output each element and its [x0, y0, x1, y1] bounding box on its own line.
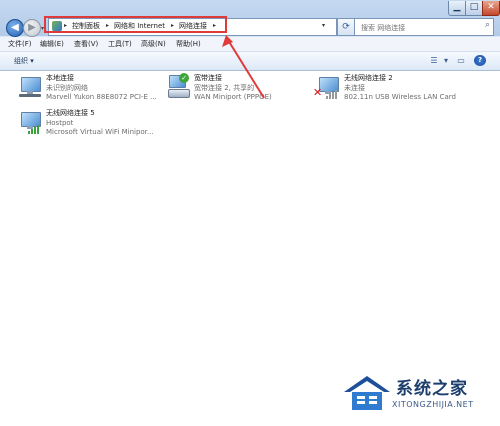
network-connections-window: ▁ □ ✕ ◀ ▶ ▾ ▸ 控制面板 ▸ 网络和 Internet ▸ 网络连接…	[0, 0, 500, 426]
annotation-highlight-box	[44, 16, 227, 33]
search-icon[interactable]: ⌕	[485, 20, 490, 30]
maximize-button[interactable]: □	[465, 1, 483, 16]
preview-pane-icon[interactable]: ▭	[455, 55, 467, 66]
command-bar: 组织 ▾ ☰ ▾ ▭ ?	[0, 52, 500, 71]
forward-button[interactable]: ▶	[23, 19, 41, 37]
connected-check-icon: ✓	[179, 73, 189, 83]
back-button[interactable]: ◀	[6, 19, 24, 37]
connection-status: Hostpot	[46, 119, 74, 127]
change-view-icon[interactable]: ☰	[428, 55, 440, 66]
refresh-icon: ⟳	[342, 22, 350, 32]
wireless-disconnected-icon: ✕	[313, 75, 340, 99]
wired-network-icon	[18, 75, 42, 99]
connection-item-broadband[interactable]: ✓ 宽带连接 宽带连接 2, 共享的 WAN Miniport (PPPOE)	[166, 73, 306, 108]
menu-edit[interactable]: 编辑(E)	[40, 38, 64, 50]
back-arrow-icon: ◀	[11, 22, 19, 33]
connection-name: 本地连接	[46, 74, 74, 82]
connection-name: 无线网络连接 5	[46, 109, 95, 117]
menu-view[interactable]: 查看(V)	[74, 38, 98, 50]
watermark: 系统之家 XITONGZHIJIA.NET	[336, 370, 500, 426]
connection-item-local[interactable]: 本地连接 未识别的网络 Marvell Yukon 88E8072 PCI-E …	[18, 74, 158, 108]
connection-item-wireless-5[interactable]: 无线网络连接 5 Hostpot Microsoft Virtual WiFi …	[18, 109, 158, 143]
search-box[interactable]: ⌕	[354, 18, 494, 36]
connection-device: WAN Miniport (PPPOE)	[194, 93, 272, 101]
address-dropdown-icon[interactable]: ▾	[322, 20, 325, 32]
menu-tools[interactable]: 工具(T)	[108, 38, 132, 50]
help-icon[interactable]: ?	[474, 55, 486, 66]
organize-button[interactable]: 组织 ▾	[14, 55, 34, 67]
wireless-network-icon	[18, 110, 42, 134]
forward-arrow-icon: ▶	[28, 22, 36, 33]
connection-item-wireless-2[interactable]: ✕ 无线网络连接 2 未连接 802.11n USB Wireless LAN …	[313, 74, 456, 108]
watermark-url: XITONGZHIJIA.NET	[392, 400, 474, 409]
connection-status: 未识别的网络	[46, 84, 88, 92]
connection-device: Microsoft Virtual WiFi Minipor...	[46, 128, 154, 136]
menu-bar: 文件(F) 编辑(E) 查看(V) 工具(T) 高级(N) 帮助(H)	[0, 37, 500, 52]
search-input[interactable]	[359, 20, 475, 36]
refresh-button[interactable]: ⟳	[337, 18, 355, 36]
connection-status: 宽带连接 2, 共享的	[194, 84, 255, 92]
broadband-connected-icon: ✓	[166, 73, 190, 99]
menu-advanced[interactable]: 高级(N)	[141, 38, 166, 50]
connection-device: Marvell Yukon 88E8072 PCI-E ...	[46, 93, 157, 101]
connection-device: 802.11n USB Wireless LAN Card	[344, 93, 456, 101]
connection-name: 宽带连接	[194, 74, 222, 82]
title-bar: ▁ □ ✕ ◀ ▶ ▾ ▸ 控制面板 ▸ 网络和 Internet ▸ 网络连接…	[0, 0, 500, 37]
watermark-brand: 系统之家	[396, 379, 468, 399]
menu-help[interactable]: 帮助(H)	[176, 38, 201, 50]
minimize-button[interactable]: ▁	[448, 1, 466, 16]
connection-status: 未连接	[344, 84, 365, 92]
menu-file[interactable]: 文件(F)	[8, 38, 32, 50]
connection-name: 无线网络连接 2	[344, 74, 393, 82]
close-button[interactable]: ✕	[482, 1, 500, 16]
disconnected-x-icon: ✕	[313, 86, 323, 99]
view-options-dropdown-icon[interactable]: ▾	[440, 55, 452, 66]
house-logo-icon	[344, 376, 390, 410]
